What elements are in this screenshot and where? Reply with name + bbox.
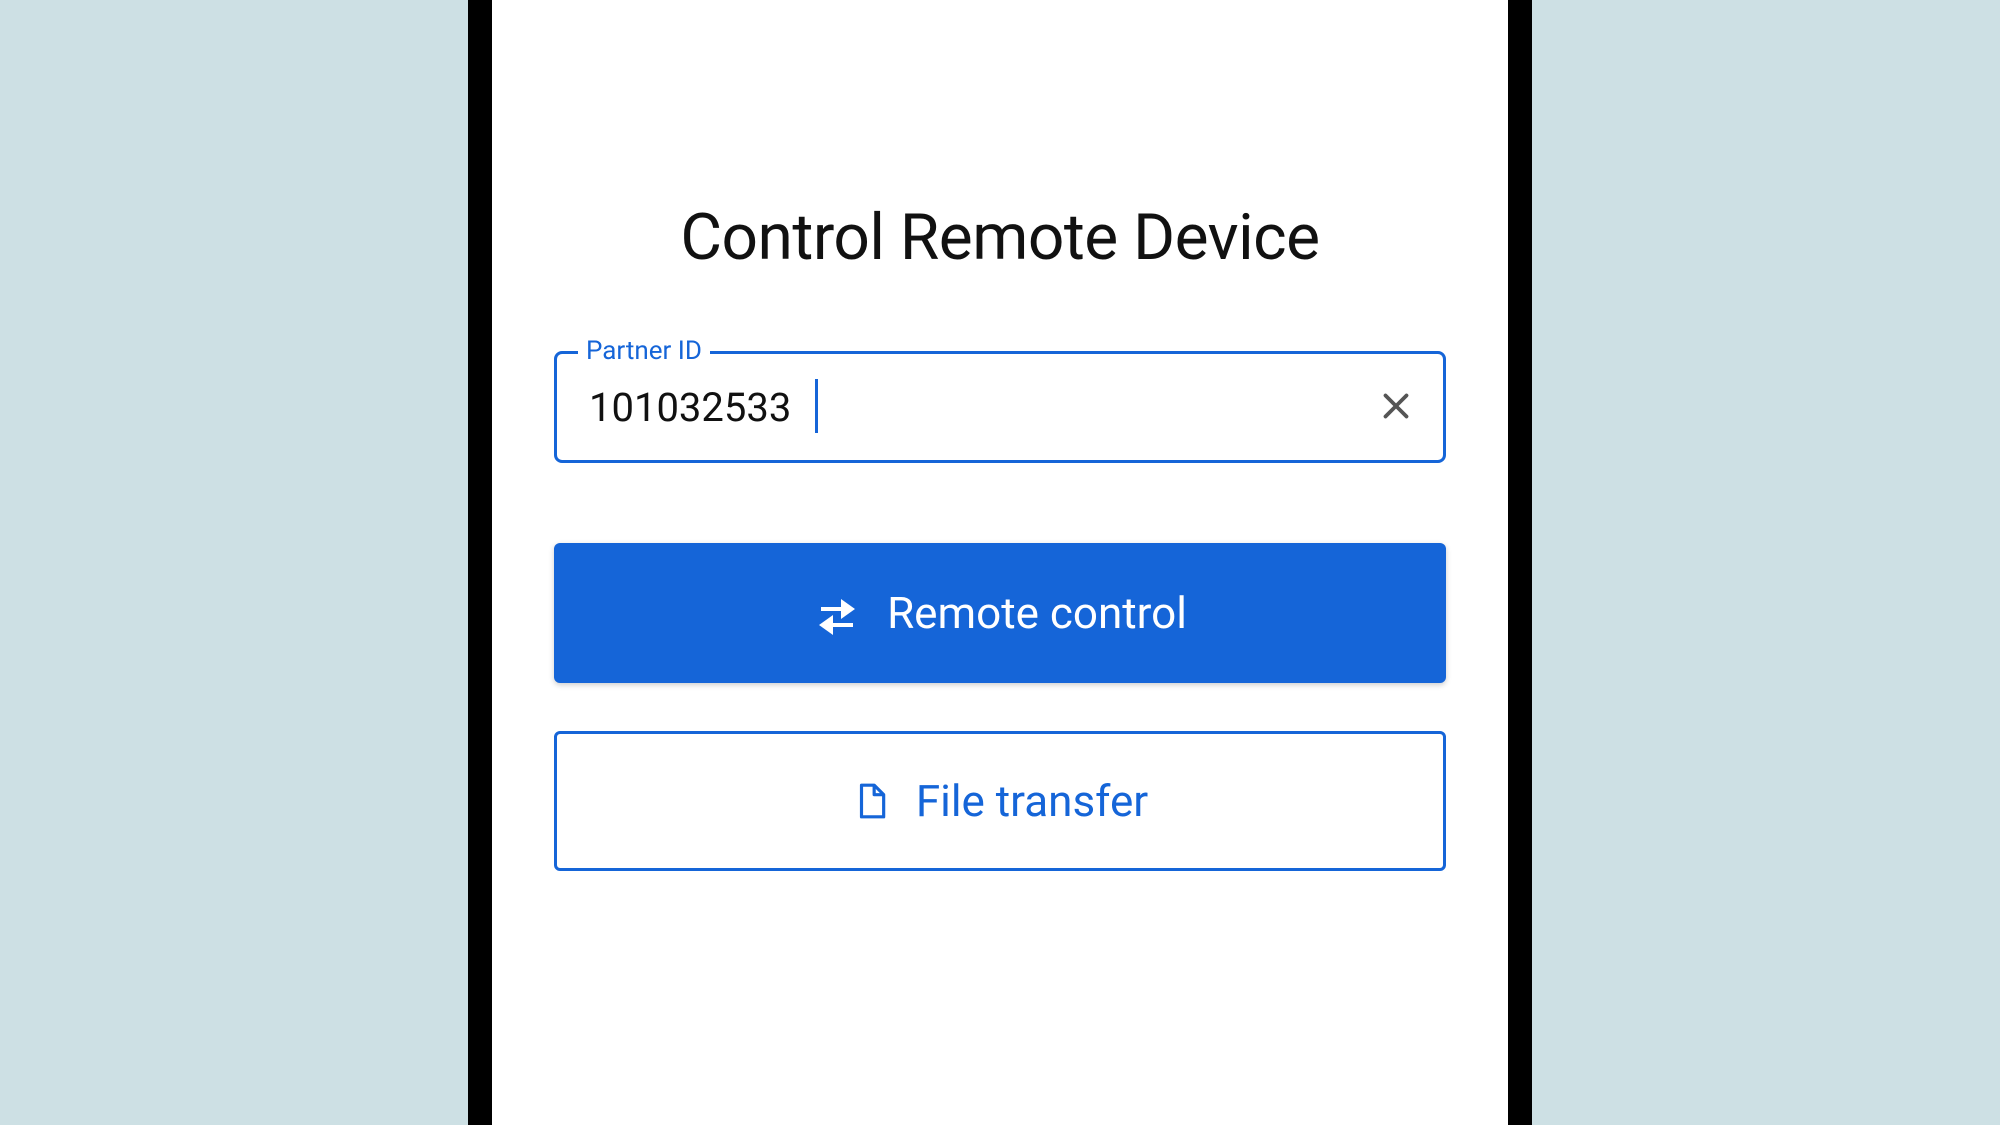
file-icon (852, 782, 890, 820)
text-cursor (815, 379, 818, 433)
app-screen: Control Remote Device Partner ID (492, 0, 1508, 1125)
device-frame: Control Remote Device Partner ID (468, 0, 1532, 1125)
clear-input-button[interactable] (1372, 383, 1420, 431)
remote-control-label: Remote control (887, 587, 1187, 639)
file-transfer-button[interactable]: File transfer (554, 731, 1446, 871)
partner-id-input[interactable] (554, 351, 1446, 463)
remote-control-button[interactable]: Remote control (554, 543, 1446, 683)
file-transfer-label: File transfer (916, 775, 1148, 827)
swap-arrows-icon (813, 589, 861, 637)
partner-id-input-group: Partner ID (554, 351, 1446, 463)
page-title: Control Remote Device (554, 200, 1446, 275)
partner-id-label: Partner ID (578, 336, 710, 366)
close-icon (1378, 388, 1414, 427)
